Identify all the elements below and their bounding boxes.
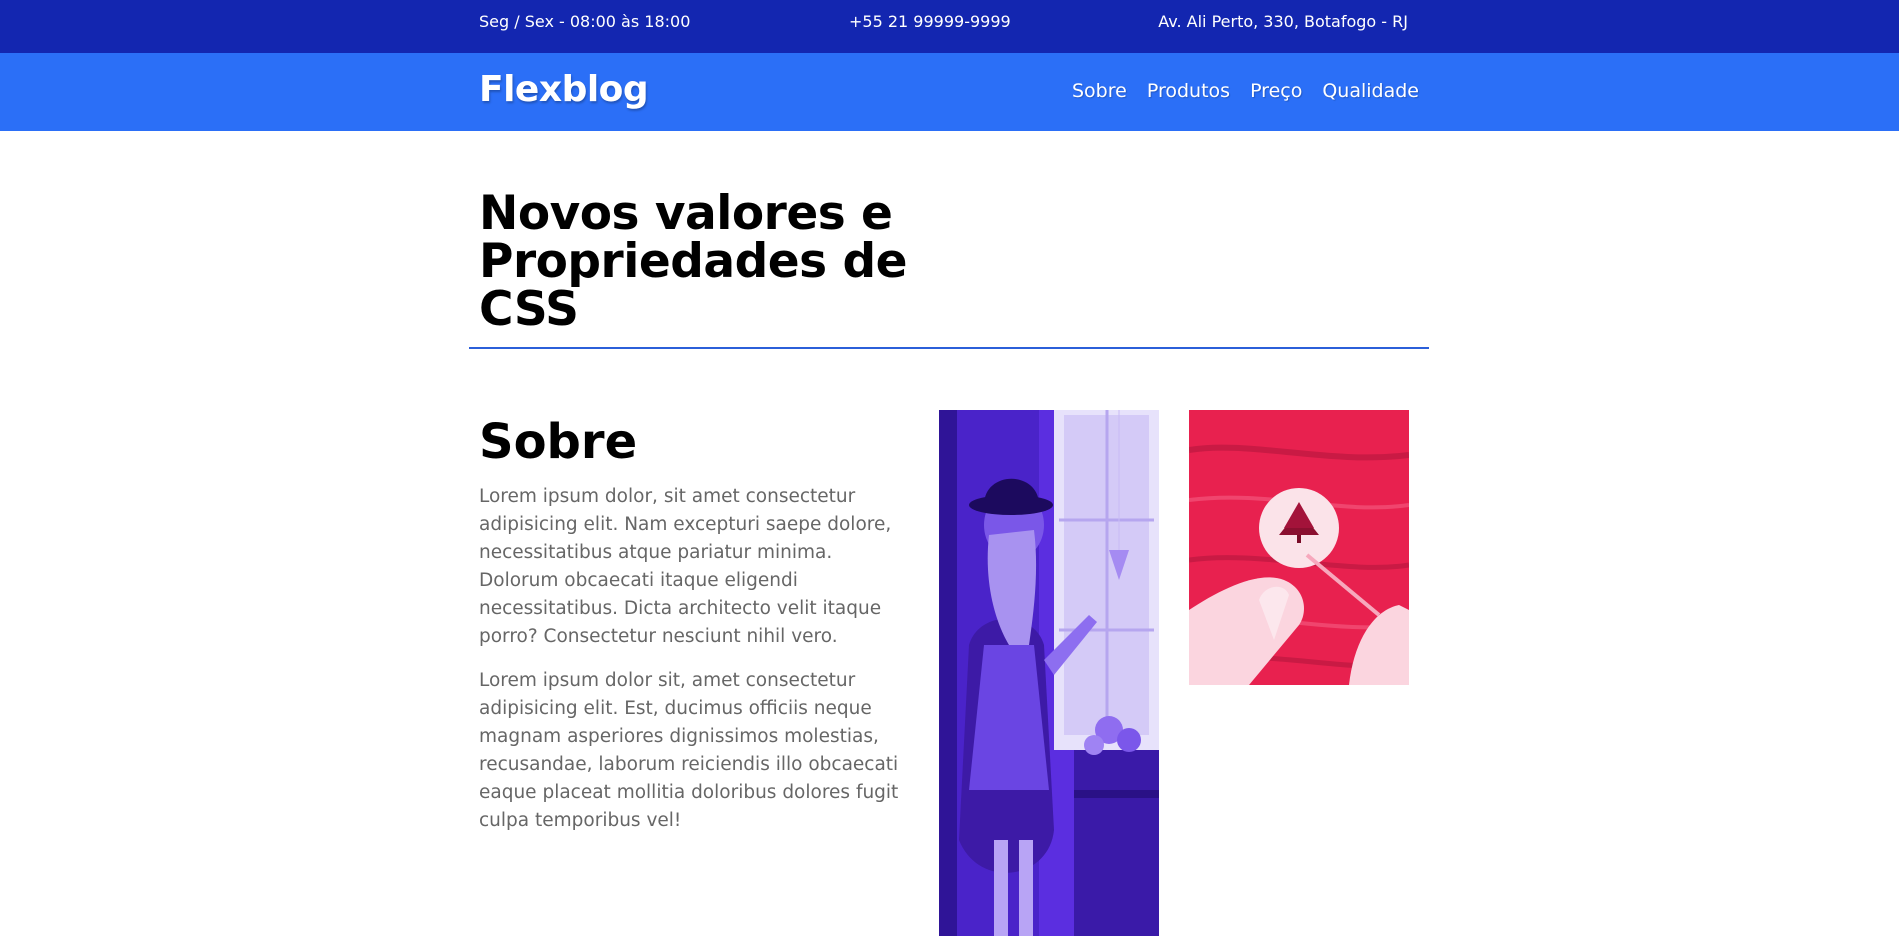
nav-link-sobre[interactable]: Sobre	[1072, 80, 1127, 102]
section-divider	[469, 347, 1429, 349]
page-title-line-2: Propriedades de CSS	[479, 234, 907, 337]
main-header: Flexblog Sobre Produtos Preço Qualidade	[0, 53, 1899, 131]
top-info-bar: Seg / Sex - 08:00 às 18:00 +55 21 99999-…	[0, 0, 1899, 53]
about-paragraph-1: Lorem ipsum dolor, sit amet consectetur …	[479, 486, 892, 647]
opening-hours: Seg / Sex - 08:00 às 18:00	[479, 12, 691, 31]
nav-link-preco[interactable]: Preço	[1250, 80, 1302, 102]
main-nav: Sobre Produtos Preço Qualidade	[1072, 80, 1419, 102]
site-logo[interactable]: Flexblog	[479, 69, 649, 110]
nav-link-produtos[interactable]: Produtos	[1147, 80, 1230, 102]
page-title: Novos valores e Propriedades de CSS	[479, 190, 999, 334]
nav-link-qualidade[interactable]: Qualidade	[1322, 80, 1419, 102]
page-title-line-1: Novos valores e	[479, 186, 893, 241]
phone-number: +55 21 99999-9999	[849, 12, 1011, 31]
about-paragraph-2: Lorem ipsum dolor sit, amet consectetur …	[479, 670, 899, 831]
woman-hat-window-photo	[939, 410, 1159, 936]
address: Av. Ali Perto, 330, Botafogo - RJ	[1158, 12, 1408, 31]
hands-painting-tree-photo	[1189, 410, 1409, 685]
about-heading: Sobre	[479, 414, 638, 470]
